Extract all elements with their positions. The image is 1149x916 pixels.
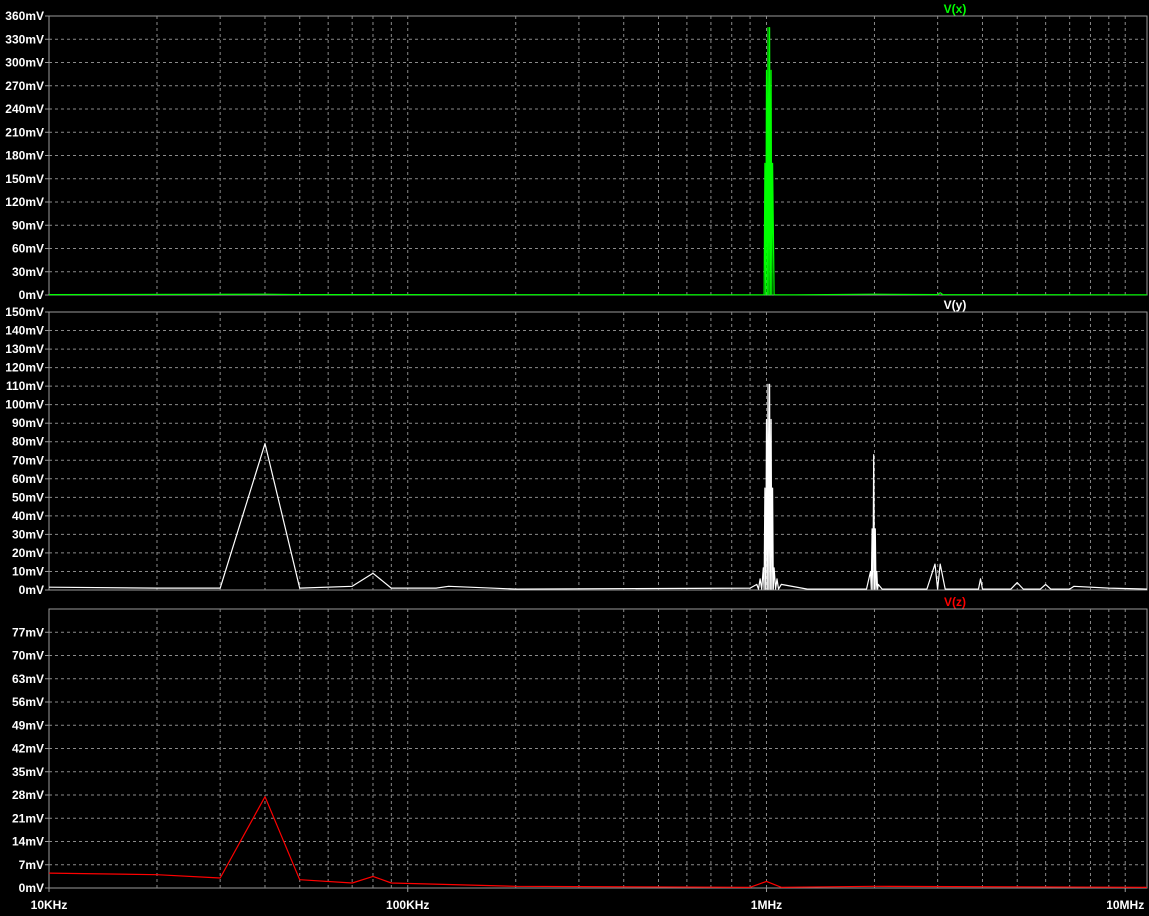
y-tick-label: 35mV [12, 765, 44, 779]
y-tick-label: 50mV [12, 490, 44, 504]
x-tick-label: 10KHz [31, 898, 68, 912]
y-tick-label: 210mV [5, 125, 44, 139]
y-tick-label: 63mV [12, 672, 44, 686]
y-tick-label: 0mV [19, 881, 44, 895]
y-tick-label: 42mV [12, 742, 44, 756]
y-tick-label: 110mV [6, 379, 44, 393]
y-tick-label: 56mV [12, 695, 44, 709]
y-tick-label: 60mV [12, 472, 44, 486]
y-tick-label: 270mV [5, 79, 44, 93]
y-tick-label: 70mV [12, 453, 44, 467]
y-tick-label: 0mV [19, 288, 44, 302]
y-tick-label: 20mV [12, 546, 44, 560]
y-tick-label: 21mV [12, 811, 44, 825]
y-tick-label: 360mV [5, 9, 44, 23]
y-tick-label: 80mV [12, 435, 44, 449]
y-tick-label: 330mV [5, 32, 44, 46]
y-tick-label: 100mV [5, 398, 44, 412]
y-tick-label: 60mV [12, 242, 44, 256]
pane-title: V(z) [944, 595, 966, 609]
y-tick-label: 7mV [19, 858, 44, 872]
y-tick-label: 0mV [19, 583, 44, 597]
y-tick-label: 70mV [12, 649, 44, 663]
y-tick-label: 240mV [5, 102, 44, 116]
x-tick-label: 1MHz [751, 898, 782, 912]
y-tick-label: 120mV [5, 195, 44, 209]
pane-title: V(y) [944, 298, 967, 312]
y-tick-label: 180mV [5, 149, 44, 163]
y-tick-label: 150mV [5, 305, 44, 319]
y-tick-label: 150mV [5, 172, 44, 186]
y-tick-label: 30mV [12, 527, 44, 541]
y-tick-label: 130mV [5, 342, 44, 356]
y-tick-label: 49mV [12, 718, 44, 732]
pane-title: V(x) [944, 2, 967, 16]
y-tick-label: 28mV [12, 788, 44, 802]
y-tick-label: 140mV [5, 324, 44, 338]
y-tick-label: 10mV [12, 564, 44, 578]
y-tick-label: 30mV [12, 265, 44, 279]
y-tick-label: 77mV [12, 625, 44, 639]
y-tick-label: 90mV [12, 218, 44, 232]
y-tick-label: 14mV [12, 835, 44, 849]
x-tick-label: 10MHz [1106, 898, 1144, 912]
waveform-plot: 0mV 30mV 60mV 90mV 120mV 150mV 180mV 210mV 240mV… [5, 2, 1148, 912]
x-tick-label: 100KHz [386, 898, 429, 912]
y-tick-label: 300mV [5, 56, 44, 70]
y-tick-label: 120mV [5, 361, 44, 375]
y-tick-label: 40mV [12, 509, 44, 523]
y-tick-label: 90mV [12, 416, 44, 430]
